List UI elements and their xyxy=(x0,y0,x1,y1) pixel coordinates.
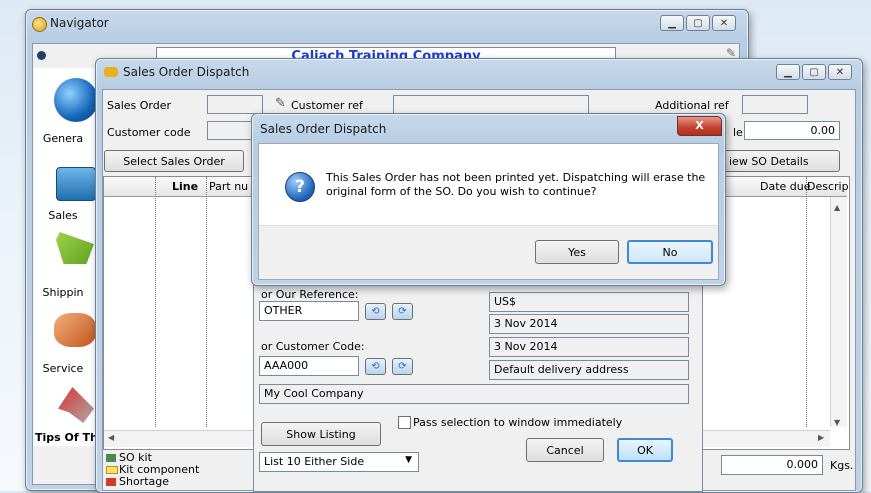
sidebar-item-shipping[interactable]: Shippin xyxy=(32,286,94,299)
navigator-title: Navigator xyxy=(50,16,109,30)
our-reference-field[interactable]: OTHER xyxy=(259,301,359,321)
date-field-2: 3 Nov 2014 xyxy=(489,337,689,357)
confirm-dialog: Sales Order Dispatch X ? This Sales Orde… xyxy=(251,113,726,286)
select-sales-order-button[interactable]: Select Sales Order xyxy=(104,150,244,172)
prev-customer-button[interactable]: ⟲ xyxy=(365,358,386,375)
weight-field: 0.000 xyxy=(721,455,823,475)
company-name-field: My Cool Company xyxy=(259,384,689,404)
value-label: le xyxy=(733,126,743,139)
sales-order-field[interactable] xyxy=(207,95,263,114)
grid-divider xyxy=(206,177,207,427)
prev-ref-button[interactable]: ⟲ xyxy=(365,303,386,320)
dispatch-maximize-button[interactable]: ▢ xyxy=(802,64,826,80)
dispatch-app-icon xyxy=(104,67,118,77)
customer-code-picker-label: or Customer Code: xyxy=(261,340,365,353)
record-icon xyxy=(37,51,46,60)
sidebar-item-general[interactable]: Genera xyxy=(32,132,94,145)
close-button[interactable]: ✕ xyxy=(712,15,736,31)
pass-selection-label: Pass selection to window immediately xyxy=(413,416,623,429)
dialog-title: Sales Order Dispatch xyxy=(260,122,387,136)
sales-icon[interactable] xyxy=(56,167,96,201)
customer-code-field[interactable] xyxy=(207,121,257,140)
legend-shortage: Shortage xyxy=(119,475,170,488)
customer-ref-label: Customer ref xyxy=(291,99,363,112)
dispatch-close-button[interactable]: ✕ xyxy=(828,64,852,80)
scroll-right-icon[interactable]: ▶ xyxy=(818,433,824,442)
shortage-icon xyxy=(106,478,116,486)
scroll-down-icon[interactable]: ▼ xyxy=(834,418,840,427)
vertical-scrollbar[interactable] xyxy=(830,197,847,427)
no-button[interactable]: No xyxy=(627,240,713,264)
app-icon xyxy=(32,17,47,32)
col-line[interactable]: Line xyxy=(172,180,198,193)
sales-order-label: Sales Order xyxy=(107,99,172,112)
additional-ref-label: Additional ref xyxy=(655,99,729,112)
minimize-button[interactable]: ▁ xyxy=(660,15,684,31)
customer-code-label: Customer code xyxy=(107,126,191,139)
customer-code-picker-field[interactable]: AAA000 xyxy=(259,356,359,376)
sidebar-item-sales[interactable]: Sales xyxy=(32,209,94,222)
col-date-due[interactable]: Date due xyxy=(760,180,811,193)
pass-selection-checkbox[interactable] xyxy=(398,416,411,429)
handshake-icon[interactable] xyxy=(54,313,96,347)
currency-field: US$ xyxy=(489,292,689,312)
scroll-up-icon[interactable]: ▲ xyxy=(834,203,840,212)
question-icon: ? xyxy=(285,172,315,202)
sidebar-item-service[interactable]: Service xyxy=(32,362,94,375)
maximize-button[interactable]: ▢ xyxy=(686,15,710,31)
kit-component-icon xyxy=(106,466,118,474)
next-customer-button[interactable]: ⟳ xyxy=(392,358,413,375)
dialog-close-button[interactable]: X xyxy=(677,116,722,136)
cancel-button[interactable]: Cancel xyxy=(526,438,604,462)
tips-of-the-day[interactable]: Tips Of Th xyxy=(35,431,98,444)
col-description[interactable]: Descrip xyxy=(807,180,849,193)
date-field-1: 3 Nov 2014 xyxy=(489,314,689,334)
globe-icon[interactable] xyxy=(54,78,98,122)
dropdown-arrow-icon: ▼ xyxy=(405,455,412,465)
col-part[interactable]: Part nu xyxy=(209,180,248,193)
additional-ref-field[interactable] xyxy=(742,95,808,114)
dispatch-minimize-button[interactable]: ▁ xyxy=(776,64,800,80)
so-kit-icon xyxy=(106,454,116,462)
paperclip-icon: ✎ xyxy=(275,96,286,111)
dialog-message: This Sales Order has not been printed ye… xyxy=(326,171,706,198)
show-listing-button[interactable]: Show Listing xyxy=(261,422,381,446)
grid-divider xyxy=(806,177,807,427)
grid-divider xyxy=(155,177,156,427)
value-field: 0.00 xyxy=(744,121,840,140)
view-so-details-button[interactable]: iew SO Details xyxy=(722,150,840,172)
address-field: Default delivery address xyxy=(489,360,689,380)
customer-ref-field[interactable] xyxy=(393,95,589,114)
scroll-left-icon[interactable]: ◀ xyxy=(108,433,114,442)
our-reference-label: or Our Reference: xyxy=(261,288,359,301)
yes-button[interactable]: Yes xyxy=(535,240,619,264)
list-option-value: List 10 Either Side xyxy=(264,455,365,468)
ok-button[interactable]: OK xyxy=(617,438,673,462)
list-option-select[interactable]: List 10 Either Side ▼ xyxy=(259,452,419,472)
dispatch-title: Sales Order Dispatch xyxy=(123,65,250,79)
weight-unit: Kgs. xyxy=(830,459,854,472)
next-ref-button[interactable]: ⟳ xyxy=(392,303,413,320)
